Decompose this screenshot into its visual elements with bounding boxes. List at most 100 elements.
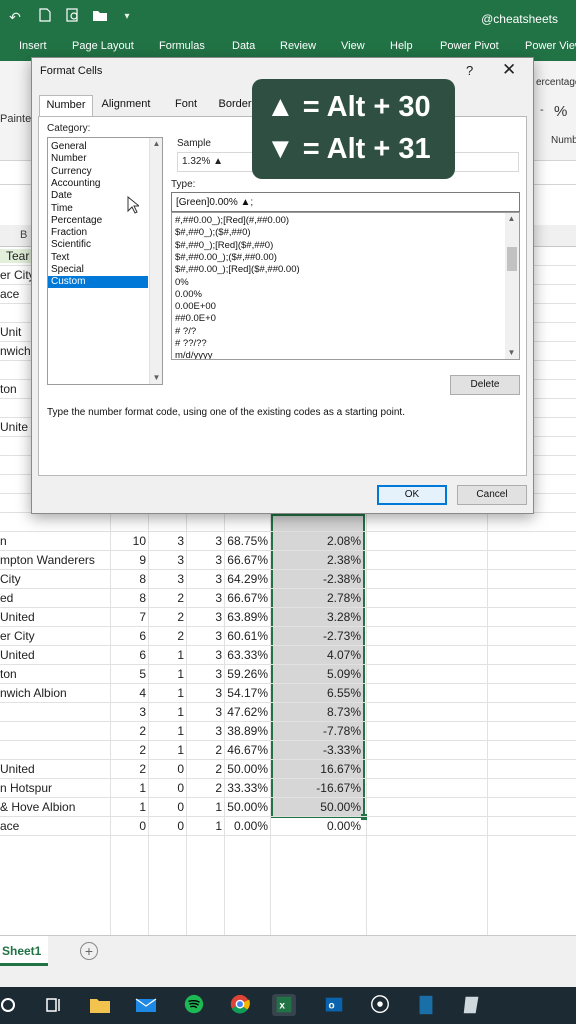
cancel-button[interactable]: Cancel	[457, 485, 527, 505]
scroll-up-icon[interactable]: ▲	[505, 213, 518, 225]
outlook-icon[interactable]: o	[322, 994, 346, 1016]
table-row[interactable]: & Hove Albion 1 0 1 50.00% 50.00%	[0, 798, 576, 817]
tab-data[interactable]: Data	[232, 40, 255, 52]
blue-app-icon[interactable]	[414, 994, 438, 1016]
scroll-thumb[interactable]	[507, 247, 517, 271]
delete-button[interactable]: Delete	[450, 375, 520, 395]
type-list-item[interactable]: #,##0.00_);[Red](#,##0.00)	[175, 215, 289, 227]
team-cell: ace	[0, 819, 20, 833]
team-cell: United	[0, 648, 35, 662]
tab-alignment[interactable]: Alignment	[95, 95, 157, 116]
file-explorer-icon[interactable]	[88, 994, 112, 1016]
help-button[interactable]: ?	[466, 63, 473, 78]
category-item[interactable]: Text	[48, 252, 148, 264]
obs-icon[interactable]	[368, 994, 392, 1016]
tab-formulas[interactable]: Formulas	[159, 40, 205, 52]
table-row[interactable]: ed 8 2 3 66.67% 2.78%	[0, 589, 576, 608]
category-item[interactable]: Currency	[48, 166, 148, 178]
mail-icon[interactable]	[134, 994, 158, 1016]
category-item[interactable]: General	[48, 141, 148, 153]
category-item[interactable]: Fraction	[48, 227, 148, 239]
win-pct-cell: 50.00%	[227, 762, 268, 776]
tab-power-pivot[interactable]: Power Pivot	[440, 40, 499, 52]
tab-font[interactable]: Font	[166, 95, 206, 116]
chrome-icon[interactable]	[228, 994, 252, 1016]
type-list-item[interactable]: $#,##0.00_);($#,##0.00)	[175, 252, 277, 264]
table-row[interactable]: er City 6 2 3 60.61% -2.73%	[0, 627, 576, 646]
type-list-item[interactable]: 0.00%	[175, 289, 202, 301]
type-list-item[interactable]: m/d/yyyy	[175, 350, 212, 359]
column-header-b[interactable]: B	[20, 229, 27, 241]
category-item[interactable]: Accounting	[48, 178, 148, 190]
tab-insert[interactable]: Insert	[19, 40, 47, 52]
category-item[interactable]: Number	[48, 153, 148, 165]
wins-cell: 7	[139, 610, 146, 624]
windows-icon[interactable]	[0, 994, 24, 1016]
undo-icon[interactable]: ↶	[6, 8, 24, 26]
table-row[interactable]: ace 0 0 1 0.00% 0.00%	[0, 817, 576, 836]
table-row[interactable]	[0, 513, 576, 532]
tab-review[interactable]: Review	[280, 40, 316, 52]
close-icon[interactable]: ✕	[502, 60, 516, 80]
type-list-item[interactable]: $#,##0_);($#,##0)	[175, 227, 251, 239]
table-row[interactable]: n Hotspur 1 0 2 33.33% -16.67%	[0, 779, 576, 798]
type-list-item[interactable]: $#,##0_);[Red]($#,##0)	[175, 240, 273, 252]
table-row[interactable]: 2 1 3 38.89% -7.78%	[0, 722, 576, 741]
ok-button[interactable]: OK	[377, 485, 447, 505]
type-input[interactable]	[171, 192, 520, 212]
type-list-item[interactable]: ##0.0E+0	[175, 313, 216, 325]
category-item[interactable]: Scientific	[48, 239, 148, 251]
table-row[interactable]: United 7 2 3 63.89% 3.28%	[0, 608, 576, 627]
type-scrollbar[interactable]: ▲ ▼	[505, 213, 519, 359]
table-row[interactable]: 3 1 3 47.62% 8.73%	[0, 703, 576, 722]
category-item[interactable]: Special	[48, 264, 148, 276]
tab-view[interactable]: View	[341, 40, 365, 52]
scroll-down-icon[interactable]: ▼	[150, 372, 162, 384]
open-folder-icon[interactable]	[91, 8, 109, 26]
table-row[interactable]: nwich Albion 4 1 3 54.17% 6.55%	[0, 684, 576, 703]
tab-border[interactable]: Border	[215, 95, 255, 116]
change-cell: -7.78%	[322, 724, 361, 738]
task-view-icon[interactable]	[42, 994, 66, 1016]
type-list-item[interactable]: # ??/??	[175, 338, 207, 350]
number-format-box[interactable]: ercentage	[536, 77, 576, 88]
print-preview-icon[interactable]	[64, 8, 82, 26]
draws-cell: 1	[177, 705, 184, 719]
change-cell: 6.55%	[326, 686, 361, 700]
table-row[interactable]: United 2 0 2 50.00% 16.67%	[0, 760, 576, 779]
spotify-icon[interactable]	[182, 994, 206, 1016]
excel-icon[interactable]: x	[272, 994, 296, 1016]
tab-page-layout[interactable]: Page Layout	[72, 40, 134, 52]
new-file-icon[interactable]	[36, 8, 54, 26]
losses-cell: 3	[215, 648, 222, 662]
sheet-tab-sheet1[interactable]: Sheet1	[0, 936, 48, 966]
category-item[interactable]: Custom	[48, 276, 148, 289]
scroll-down-icon[interactable]: ▼	[505, 347, 518, 359]
tab-power-view[interactable]: Power View	[525, 40, 576, 52]
category-item[interactable]: Percentage	[48, 215, 148, 227]
table-row[interactable]: mpton Wanderers 9 3 3 66.67% 2.38%	[0, 551, 576, 570]
losses-cell: 2	[215, 743, 222, 757]
notes-icon[interactable]	[460, 994, 484, 1016]
type-list-item[interactable]: # ?/?	[175, 326, 196, 338]
category-list[interactable]: General Number Currency Accounting Date Time P…	[47, 137, 163, 385]
type-list-item[interactable]: 0%	[175, 277, 189, 289]
table-row[interactable]: ton 5 1 3 59.26% 5.09%	[0, 665, 576, 684]
format-painter-label[interactable]: Painte	[0, 113, 31, 125]
type-list-item[interactable]: $#,##0.00_);[Red]($#,##0.00)	[175, 264, 300, 276]
table-row[interactable]: United 6 1 3 63.33% 4.07%	[0, 646, 576, 665]
table-row[interactable]: n 10 3 3 68.75% 2.08%	[0, 532, 576, 551]
tab-number[interactable]: Number	[39, 95, 93, 116]
percent-style-button[interactable]: %	[554, 103, 567, 120]
tab-help[interactable]: Help	[390, 40, 413, 52]
type-list[interactable]: #,##0.00_);[Red](#,##0.00) $#,##0_);($#,#…	[171, 212, 520, 360]
customize-qat-icon[interactable]: ▾	[118, 8, 136, 26]
losses-cell: 2	[215, 762, 222, 776]
scroll-up-icon[interactable]: ▲	[150, 138, 162, 150]
draws-cell: 2	[177, 629, 184, 643]
add-sheet-button[interactable]: +	[80, 942, 98, 960]
table-row[interactable]: 2 1 2 46.67% -3.33%	[0, 741, 576, 760]
type-list-item[interactable]: 0.00E+00	[175, 301, 216, 313]
table-row[interactable]: City 8 3 3 64.29% -2.38%	[0, 570, 576, 589]
category-scrollbar[interactable]: ▲ ▼	[149, 138, 162, 384]
